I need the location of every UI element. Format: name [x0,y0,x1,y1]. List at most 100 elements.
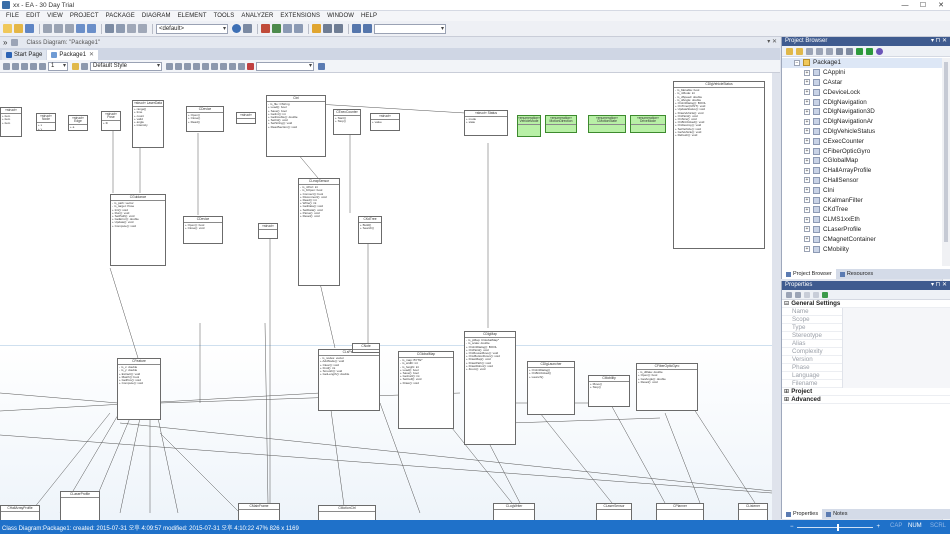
cut-icon[interactable] [43,24,52,33]
properties-grid[interactable]: ⊟ General Settings Name Scope Type Stereotype… [782,300,950,404]
class-box[interactable]: CMainFrame [238,503,280,520]
same-width-icon[interactable] [202,62,209,70]
class-box[interactable]: CFeature - m_x: double - m_y: double + Extr… [117,358,161,420]
tree-item-class[interactable]: + CKalmanFilter [782,195,942,205]
apply-icon[interactable] [804,291,810,298]
close-button[interactable]: ✕ [932,0,950,11]
undo-icon[interactable] [76,24,85,33]
property-value[interactable] [842,379,950,388]
text-color-icon[interactable] [12,62,19,70]
expand-icon[interactable]: + [804,197,810,204]
style-select[interactable]: Default Style [90,61,162,71]
revert-icon[interactable] [813,291,819,298]
class-box[interactable]: CMobility + Move() + Stop() [588,375,630,407]
zoom-knob[interactable] [836,523,839,531]
perspective-select[interactable]: <default> [156,23,228,34]
tree-item-class[interactable]: + CLMS1xxEth [782,215,942,225]
class-box[interactable]: «struct» Status + mode + state [464,110,508,136]
class-box[interactable]: «struct» [236,112,256,124]
class-box[interactable]: CGuidance - m_path: vector - m_target: Pos… [110,194,166,266]
expand-icon[interactable]: + [804,118,810,125]
expand-icon[interactable]: + [804,148,810,155]
class-box[interactable]: CDlgVehicleStatus - m_bEnable: bool - m_nM… [673,81,765,249]
tab-start-page[interactable]: Start Page [2,50,47,60]
tab-package1[interactable]: Package1 ✕ [47,50,99,60]
grid-icon[interactable] [363,24,372,33]
property-value[interactable] [842,355,950,364]
options-icon[interactable] [846,47,853,55]
tree-item-class[interactable]: + CApplni [782,68,942,78]
connector-icon[interactable] [238,62,245,70]
property-value[interactable] [842,363,950,372]
class-box[interactable]: CLaserProfile [60,491,100,520]
enum-note[interactable]: «enumeration» VehicleMode [517,115,541,137]
line-color-icon[interactable] [30,62,37,70]
redo-icon[interactable] [87,24,96,33]
tree-item-class[interactable]: + CDlgNavigation [782,97,942,107]
project-tree[interactable]: − Package1 + CApplni + CAstar + CDeviceLock + CDl… [782,58,942,266]
align-icon[interactable] [166,62,173,70]
tree-item-class[interactable]: + CDlgVehicleStatus [782,127,942,137]
class-box[interactable]: CLsPath - m_nodes: vector + AddNode(): voi… [318,349,380,411]
menu-help[interactable]: HELP [361,13,377,19]
expand-icon[interactable]: + [804,236,810,243]
expand-icon[interactable]: + [804,226,810,233]
expand-icon[interactable]: + [804,157,810,164]
expand-icon[interactable]: + [804,79,810,86]
tree-item-class[interactable]: + CLaserProfile [782,225,942,235]
fill-color-icon[interactable] [21,62,28,70]
zoom-icon[interactable] [138,24,147,33]
class-box[interactable]: «struct» Edge + a + b [68,115,88,131]
font-icon[interactable] [3,62,10,70]
tree-item-class[interactable]: + CDeviceLock [782,87,942,97]
menu-view[interactable]: VIEW [47,13,63,19]
save-icon[interactable] [25,24,34,33]
expand-icon[interactable]: + [804,89,810,96]
tree-item-class[interactable]: + CAstar [782,78,942,88]
categorized-icon[interactable] [786,291,792,298]
document-close-icon[interactable]: ▾ ✕ [767,38,777,45]
print-preview-icon[interactable] [116,24,125,33]
layout-icon[interactable] [243,24,252,33]
tree-item-class[interactable]: + CDlgNavigation3D [782,107,942,117]
tag-icon[interactable] [822,291,828,298]
format-painter-icon[interactable] [72,62,79,70]
class-box[interactable]: «struct» Node + x + y [36,113,56,131]
zoom-in-button[interactable]: + [876,524,880,530]
enum-note[interactable]: «enumeration» CMotionState [588,115,626,133]
expand-icon[interactable]: + [804,206,810,213]
class-box[interactable]: «struct» + value [370,113,400,131]
menu-project[interactable]: PROJECT [70,13,99,19]
diagram-canvas[interactable]: «struct» + item + item + item «struct» Node… [0,73,772,520]
move-up-icon[interactable] [856,47,863,55]
new-icon[interactable] [3,24,12,33]
class-box[interactable]: CExecCounter + Start() + Stop() [333,109,361,135]
property-value[interactable] [842,315,950,324]
section-toggle-icon[interactable]: ⊟ [784,300,789,307]
property-section[interactable]: ⊞ Project [782,388,950,396]
expand-icon[interactable]: + [804,128,810,135]
zoom-slider[interactable]: − + [790,523,880,531]
property-value[interactable] [842,347,950,356]
class-box[interactable]: CLaserSensor [596,503,632,520]
tab-notes[interactable]: Notes [822,509,851,519]
expand-icon[interactable]: + [804,99,810,106]
delete-icon[interactable] [247,62,254,70]
class-box[interactable]: CDlgMap - m_pMap: CGlobalMap* - m_scale: d… [464,331,516,445]
collapse-icon[interactable]: − [794,59,800,66]
move-down-icon[interactable] [866,47,873,55]
new-diagram-icon[interactable] [796,47,803,55]
menu-tools[interactable]: TOOLS [214,13,235,19]
step-icon[interactable] [294,24,303,33]
align-center-icon[interactable] [184,62,191,70]
menu-window[interactable]: WINDOW [327,13,354,19]
help-icon[interactable] [876,47,883,55]
tree-item-class[interactable]: + CKdTree [782,205,942,215]
expand-icon[interactable]: + [804,187,810,194]
property-value[interactable] [842,371,950,380]
class-box[interactable]: CNote [352,343,380,353]
menu-analyzer[interactable]: ANALYZER [241,13,273,19]
class-box[interactable]: «struct» + item + item + item [0,107,22,137]
panel-pin-close-icon[interactable]: ▾ ⊓ ✕ [931,37,947,46]
expand-icon[interactable]: + [804,138,810,145]
